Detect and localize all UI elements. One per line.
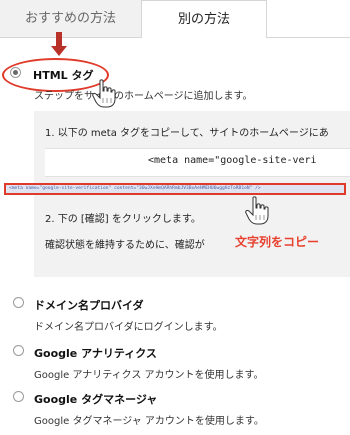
option-tag-manager-title[interactable]: Google タグマネージャ xyxy=(34,391,157,407)
meta-tag-full-text[interactable]: <meta name="google-site-verification" co… xyxy=(9,185,261,193)
pointer-hand-icon xyxy=(92,79,116,108)
option-domain-desc: ドメイン名プロバイダにログインします。 xyxy=(34,322,223,333)
step2-note: 確認状態を維持するために、確認が xyxy=(45,240,205,251)
step2-text: 2. 下の [確認] をクリックします。 xyxy=(45,214,201,225)
tab-bar: おすすめの方法 別の方法 xyxy=(0,0,350,38)
copy-string-annotation: 文字列をコピー xyxy=(235,235,320,249)
option-tag-manager-desc: Google タグマネージャ アカウントを使用します。 xyxy=(34,416,264,427)
tab-recommended[interactable]: おすすめの方法 xyxy=(0,0,141,38)
option-html-tag-desc: ステップをサイトのホームページに追加します。 xyxy=(34,91,253,102)
meta-tag-code-box[interactable]: <meta name="google-site-veri xyxy=(45,148,350,177)
meta-tag-code[interactable]: <meta name="google-site-veri xyxy=(148,155,317,166)
option-analytics-title[interactable]: Google アナリティクス xyxy=(34,345,157,361)
tab-alternate[interactable]: 別の方法 xyxy=(141,0,267,38)
option-html-tag-title[interactable]: HTML タグ xyxy=(33,67,94,83)
radio-google-analytics[interactable] xyxy=(13,345,24,356)
option-analytics-desc: Google アナリティクス アカウントを使用します。 xyxy=(34,370,264,381)
tab-divider xyxy=(267,37,350,38)
radio-domain-provider[interactable] xyxy=(13,297,24,308)
meta-tag-full-highlight[interactable]: <meta name="google-site-verification" co… xyxy=(4,183,346,195)
step1-text: 1. 以下の meta タグをコピーして、サイトのホームページにあ xyxy=(45,128,329,139)
option-domain-title[interactable]: ドメイン名プロバイダ xyxy=(34,297,144,313)
pointer-hand-icon xyxy=(245,196,269,225)
radio-tag-manager[interactable] xyxy=(13,391,24,402)
